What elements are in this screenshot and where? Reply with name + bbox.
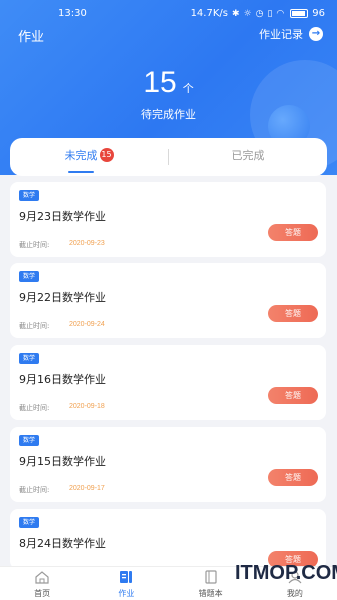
homework-records-link[interactable]: 作业记录 → bbox=[259, 26, 323, 42]
homework-card[interactable]: 数学 9月23日数学作业 截止时间: 2020-09-23 答题 bbox=[10, 182, 326, 257]
arrow-right-icon: → bbox=[309, 27, 323, 41]
tab-complete-label: 已完成 bbox=[231, 149, 265, 162]
nav-homework-label: 作业 bbox=[118, 589, 135, 598]
nav-home-label: 首页 bbox=[34, 589, 51, 598]
homework-card[interactable]: 数学 9月16日数学作业 截止时间: 2020-09-18 答题 bbox=[10, 345, 326, 420]
nav-homework[interactable]: 作业 bbox=[84, 567, 168, 600]
bluetooth-icon: ✱ bbox=[231, 8, 240, 19]
brightness-icon: ☼ bbox=[243, 8, 252, 19]
homework-card[interactable]: 数学 8月24日数学作业 答题 bbox=[10, 509, 326, 569]
homework-card[interactable]: 数学 9月22日数学作业 截止时间: 2020-09-24 答题 bbox=[10, 263, 326, 338]
watermark: ITMOP.COM bbox=[235, 562, 337, 584]
subject-tag: 数学 bbox=[19, 517, 40, 528]
nav-mistake-book-label: 错题本 bbox=[198, 589, 223, 598]
deadline-date: 2020-09-23 bbox=[69, 240, 105, 247]
tab-incomplete[interactable]: 未完成 15 bbox=[10, 138, 168, 176]
pending-count-number: 15 bbox=[143, 66, 177, 99]
network-speed: 14.7K/s bbox=[190, 8, 228, 19]
page-title: 作业 bbox=[18, 30, 45, 45]
home-icon bbox=[35, 571, 49, 584]
deadline-date: 2020-09-17 bbox=[69, 485, 105, 492]
homework-title: 9月22日数学作业 bbox=[19, 291, 106, 304]
pending-label: 待完成作业 bbox=[141, 108, 196, 121]
homework-icon bbox=[120, 571, 133, 583]
vibrate-icon: ▯ bbox=[267, 8, 273, 19]
subject-tag: 数学 bbox=[19, 190, 40, 201]
notebook-icon bbox=[205, 570, 217, 584]
answer-button[interactable]: 答题 bbox=[268, 387, 318, 404]
homework-title: 9月15日数学作业 bbox=[19, 455, 106, 468]
incomplete-count-badge: 15 bbox=[99, 148, 114, 162]
deadline-date: 2020-09-18 bbox=[69, 403, 105, 410]
battery-level: 96 bbox=[312, 8, 325, 19]
deadline-label: 截止时间: bbox=[19, 241, 50, 249]
homework-title: 8月24日数学作业 bbox=[19, 537, 106, 550]
deadline-label: 截止时间: bbox=[19, 486, 50, 494]
deadline-label: 截止时间: bbox=[19, 404, 50, 412]
deadline-date: 2020-09-24 bbox=[69, 321, 105, 328]
status-time: 13:30 bbox=[58, 8, 87, 19]
deadline-label: 截止时间: bbox=[19, 322, 50, 330]
answer-button[interactable]: 答题 bbox=[268, 305, 318, 322]
records-label: 作业记录 bbox=[259, 28, 303, 41]
status-icons: 14.7K/s ✱ ☼ ◷ ▯ ◠ 96 bbox=[191, 8, 325, 19]
homework-title: 9月16日数学作业 bbox=[19, 373, 106, 386]
homework-card[interactable]: 数学 9月15日数学作业 截止时间: 2020-09-17 答题 bbox=[10, 427, 326, 502]
tab-complete[interactable]: 已完成 bbox=[169, 138, 327, 176]
subject-tag: 数学 bbox=[19, 435, 40, 446]
pending-count: 15 个 bbox=[0, 66, 337, 100]
status-bar: 13:30 14.7K/s ✱ ☼ ◷ ▯ ◠ 96 bbox=[0, 6, 337, 22]
wifi-icon: ◠ bbox=[276, 8, 285, 19]
homework-title: 9月23日数学作业 bbox=[19, 210, 106, 223]
nav-profile-label: 我的 bbox=[286, 589, 303, 598]
battery-icon bbox=[290, 9, 309, 18]
subject-tag: 数学 bbox=[19, 271, 40, 282]
alarm-icon: ◷ bbox=[255, 8, 264, 19]
answer-button[interactable]: 答题 bbox=[268, 224, 318, 241]
subject-tag: 数学 bbox=[19, 353, 40, 364]
tab-active-indicator bbox=[68, 171, 94, 173]
answer-button[interactable]: 答题 bbox=[268, 469, 318, 486]
pending-count-unit: 个 bbox=[182, 82, 194, 95]
nav-home[interactable]: 首页 bbox=[0, 567, 84, 600]
tab-incomplete-label: 未完成 bbox=[64, 149, 98, 162]
status-tabs: 未完成 15 已完成 bbox=[10, 138, 327, 176]
